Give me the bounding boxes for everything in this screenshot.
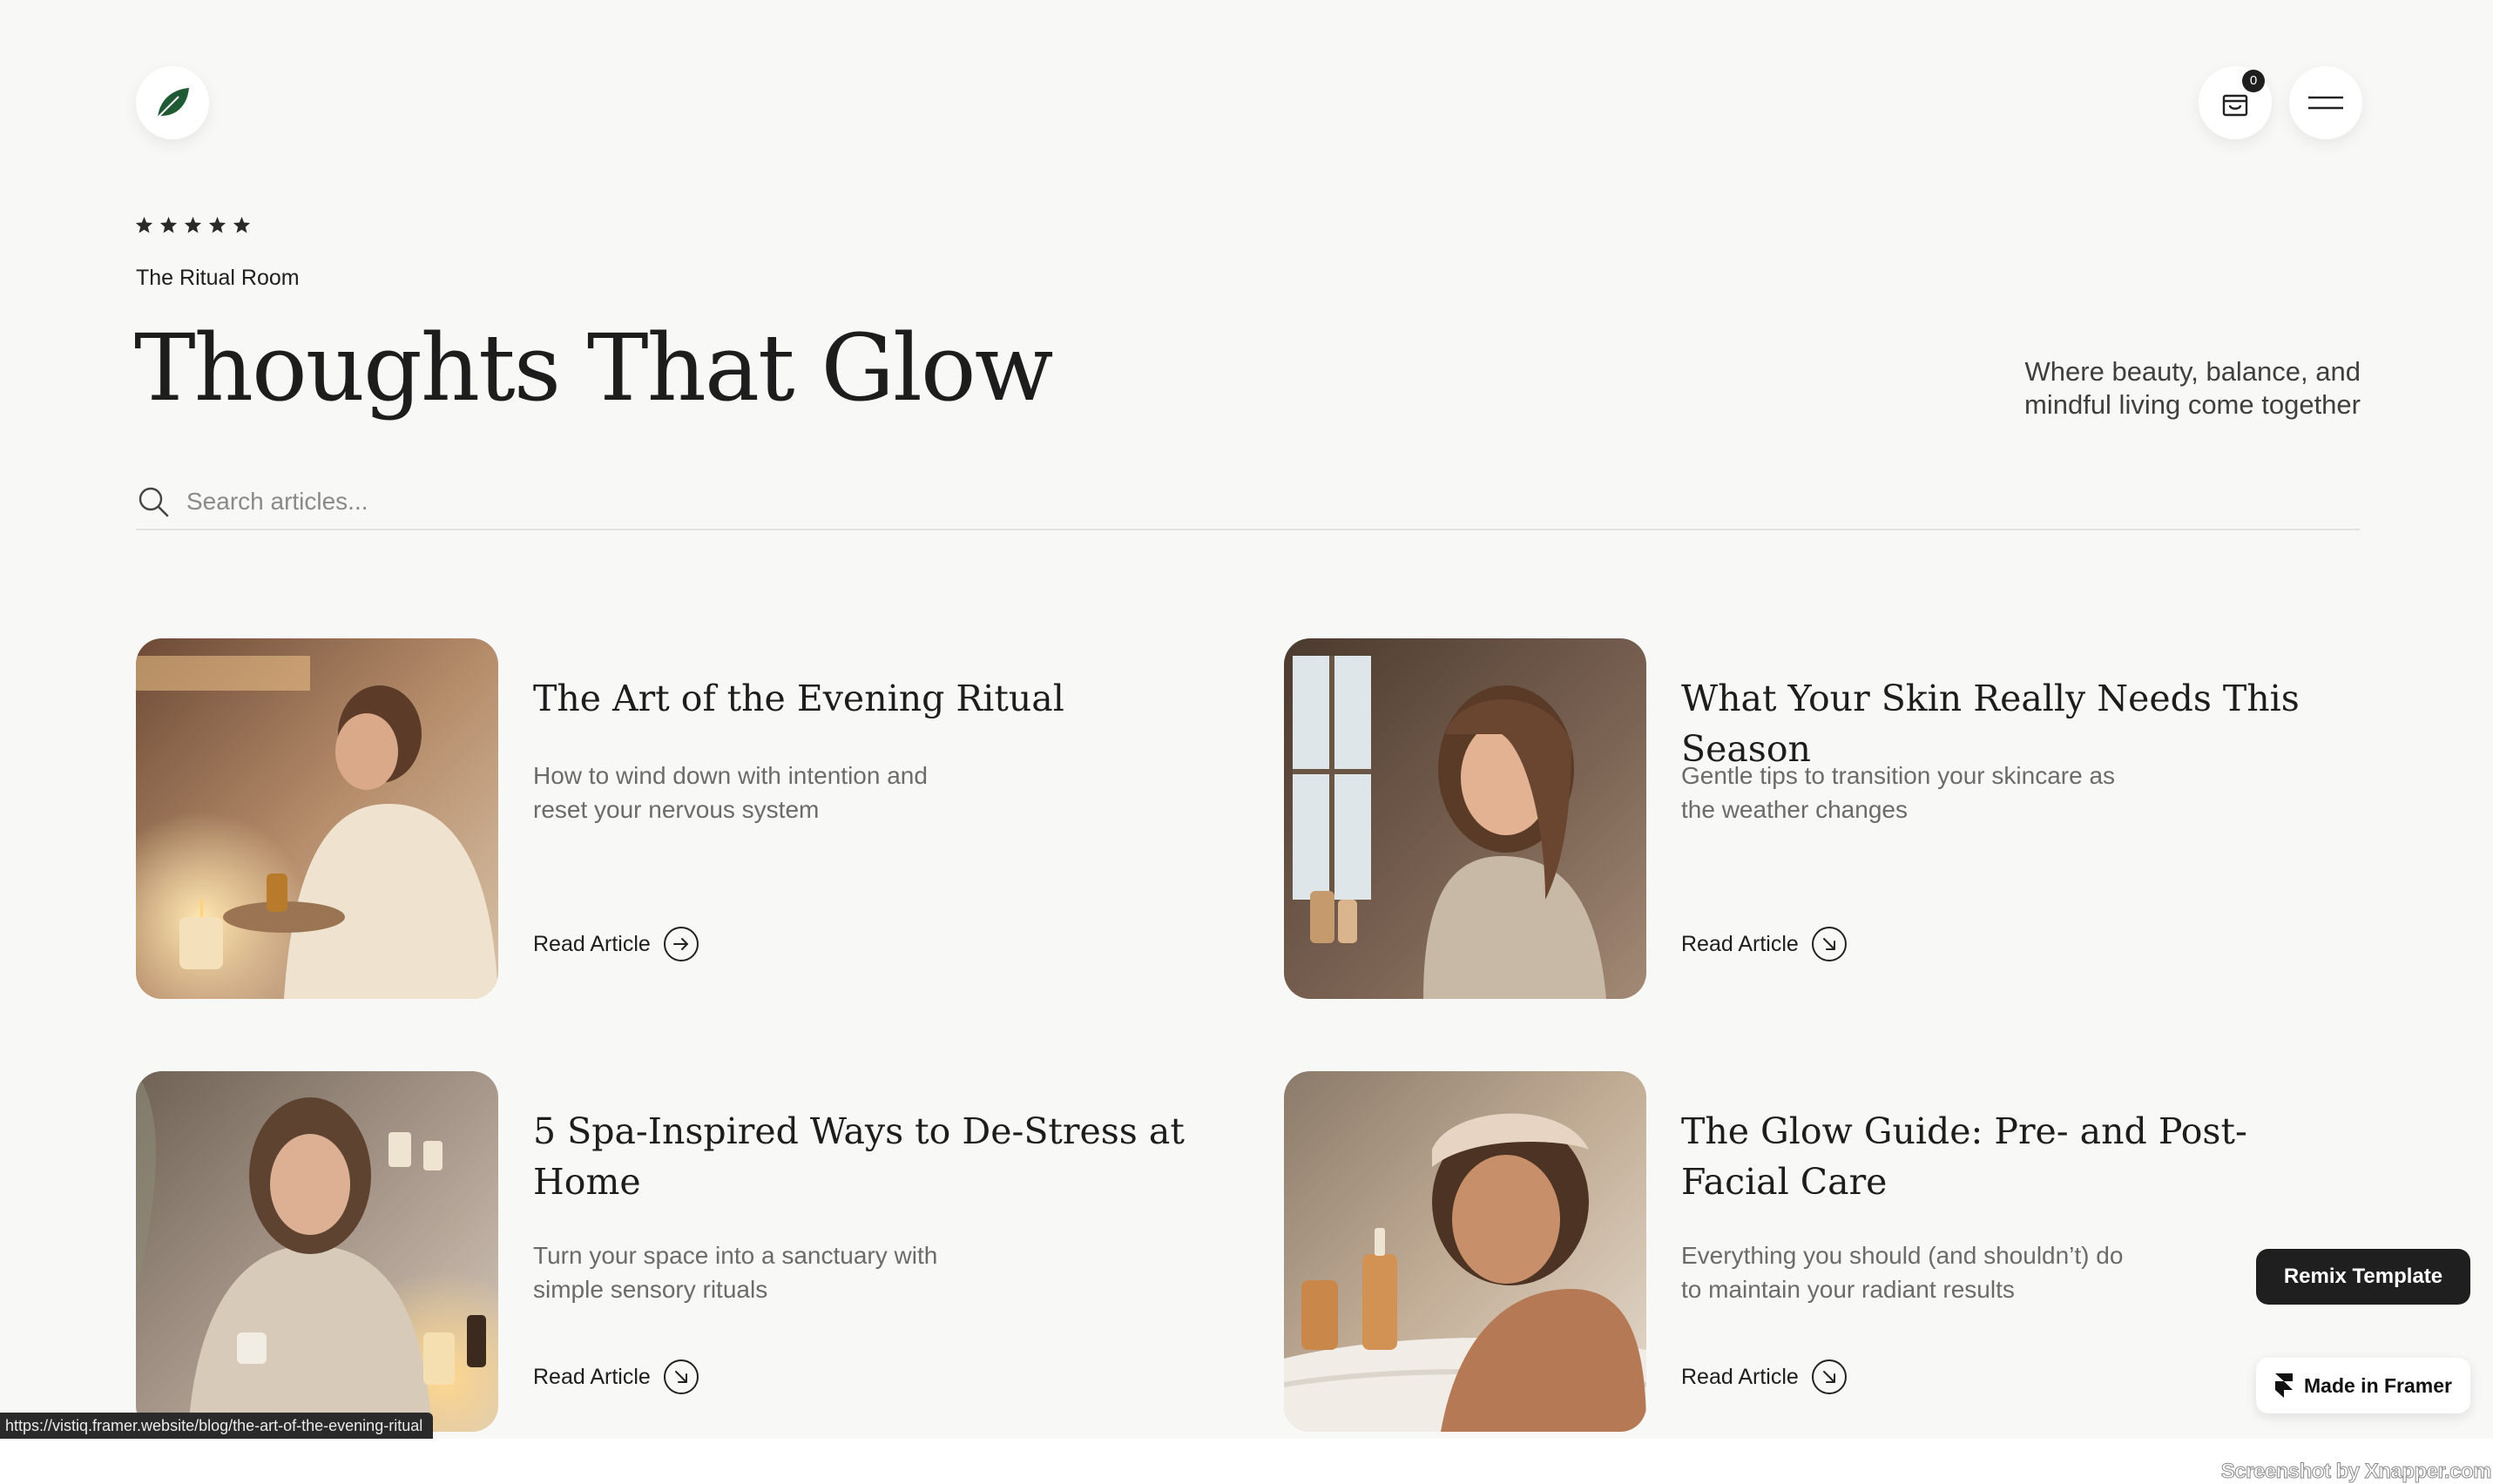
tagline-line-1: Where beauty, balance, and xyxy=(2024,356,2361,387)
remix-template-button[interactable]: Remix Template xyxy=(2256,1249,2470,1305)
shopping-bag-icon xyxy=(2222,94,2248,117)
article-description: Turn your space into a sanctuary with si… xyxy=(533,1242,938,1303)
search-bar xyxy=(136,475,2361,530)
read-article-link[interactable]: Read Article xyxy=(533,926,699,962)
star-icon xyxy=(208,216,226,233)
made-in-framer-badge[interactable]: Made in Framer xyxy=(2256,1358,2470,1413)
tagline: Where beauty, balance, and mindful livin… xyxy=(1908,355,2361,422)
article-title[interactable]: The Glow Guide: Pre- and Post-Facial Car… xyxy=(1681,1106,2343,1207)
read-article-link[interactable]: Read Article xyxy=(533,1359,699,1395)
arrow-down-right-circle-icon xyxy=(1811,1359,1847,1394)
read-article-link[interactable]: Read Article xyxy=(1681,1359,1848,1395)
hamburger-menu-icon xyxy=(2308,96,2343,110)
menu-button[interactable] xyxy=(2289,66,2362,139)
cart-button[interactable]: 0 xyxy=(2199,66,2272,139)
read-article-label: Read Article xyxy=(533,931,651,956)
leaf-icon xyxy=(157,88,189,118)
arrow-down-right-circle-icon xyxy=(1811,927,1847,961)
star-icon xyxy=(159,216,178,233)
arrow-right-circle-icon xyxy=(663,927,699,961)
article-card[interactable]: The Art of the Evening Ritual How to win… xyxy=(136,638,1207,1001)
logo-button[interactable] xyxy=(136,66,209,139)
made-in-framer-label: Made in Framer xyxy=(2304,1373,2452,1397)
search-input[interactable] xyxy=(185,487,2361,516)
star-icon xyxy=(184,216,202,233)
star-icon xyxy=(135,216,153,233)
arrow-down-right-circle-icon xyxy=(663,1359,699,1394)
search-icon xyxy=(138,487,169,517)
framer-logo-icon xyxy=(2275,1373,2293,1398)
page: 0 The Ritual Room Thoughts That Glow Whe… xyxy=(0,0,2493,1439)
article-description: How to wind down with intention and rese… xyxy=(533,762,928,823)
watermark: Screenshot by Xnapper.com xyxy=(2220,1460,2492,1484)
article-image[interactable] xyxy=(136,638,498,999)
read-article-link[interactable]: Read Article xyxy=(1681,926,1848,962)
article-card[interactable]: 5 Spa-Inspired Ways to De-Stress at Home… xyxy=(136,1071,1207,1433)
article-description: Everything you should (and shouldn’t) do… xyxy=(1681,1242,2124,1303)
star-icon xyxy=(233,216,251,233)
article-image[interactable] xyxy=(1284,1071,1646,1432)
tagline-line-2: mindful living come together xyxy=(2024,389,2361,420)
article-title[interactable]: 5 Spa-Inspired Ways to De-Stress at Home xyxy=(533,1106,1195,1207)
read-article-label: Read Article xyxy=(1681,931,1799,956)
article-title[interactable]: The Art of the Evening Ritual xyxy=(533,673,1195,724)
read-article-label: Read Article xyxy=(1681,1364,1799,1389)
article-image[interactable] xyxy=(136,1071,498,1432)
link-preview-status-bar: https://vistiq.framer.website/blog/the-a… xyxy=(0,1413,434,1439)
article-description: Gentle tips to transition your skincare … xyxy=(1681,762,2116,823)
article-image[interactable] xyxy=(1284,638,1646,999)
article-card[interactable]: The Glow Guide: Pre- and Post-Facial Car… xyxy=(1284,1071,2355,1433)
star-rating xyxy=(135,216,251,234)
read-article-label: Read Article xyxy=(533,1364,651,1389)
article-card[interactable]: What Your Skin Really Needs This Season … xyxy=(1284,638,2355,1001)
eyebrow-label: The Ritual Room xyxy=(136,266,300,290)
cart-count-badge: 0 xyxy=(2242,70,2265,92)
page-title: Thoughts That Glow xyxy=(134,314,1053,422)
